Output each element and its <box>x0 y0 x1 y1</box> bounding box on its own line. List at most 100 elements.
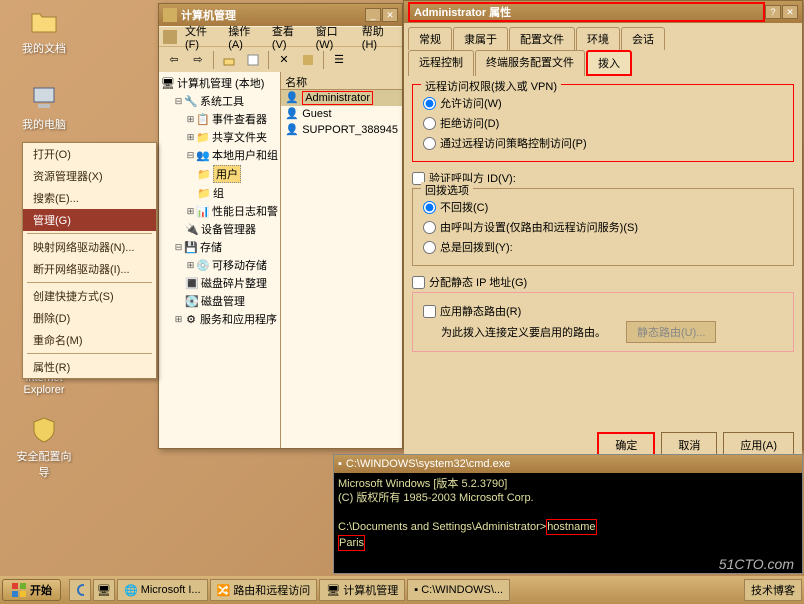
radio-allow-input[interactable] <box>423 97 436 110</box>
desktop-icon-mydocs[interactable]: 我的文档 <box>14 6 74 56</box>
folder-icon <box>28 6 60 38</box>
cmd-icon: ▪ <box>338 458 342 470</box>
radio-callerset-input[interactable] <box>423 221 436 234</box>
mmc-window: 计算机管理 _ ✕ 文件(F) 操作(A) 查看(V) 窗口(W) 帮助(H) … <box>158 3 403 449</box>
tab-dialin[interactable]: 拨入 <box>586 50 632 76</box>
menubar: 文件(F) 操作(A) 查看(V) 窗口(W) 帮助(H) <box>159 26 402 46</box>
close-button[interactable]: ✕ <box>782 5 798 19</box>
quick-desktop[interactable]: 🖥 <box>93 579 115 601</box>
task-blog[interactable]: 技术博客 <box>744 579 802 601</box>
props-button[interactable] <box>242 49 264 71</box>
tree-groups[interactable]: 📁组 <box>161 184 278 202</box>
check-routes-input[interactable] <box>423 305 436 318</box>
task-cmd[interactable]: ▪C:\WINDOWS\... <box>407 579 510 601</box>
tree-system-tools[interactable]: ⊟🔧系统工具 <box>161 92 278 110</box>
menu-search[interactable]: 搜索(E)... <box>23 187 156 209</box>
context-menu: 打开(O) 资源管理器(X) 搜索(E)... 管理(G) 映射网络驱动器(N)… <box>22 142 157 379</box>
separator <box>27 233 152 234</box>
tree-root[interactable]: 🖥计算机管理 (本地) <box>161 74 278 92</box>
delete-button[interactable]: ✕ <box>273 49 295 71</box>
list-item-guest[interactable]: 👤Guest <box>281 106 402 122</box>
forward-button[interactable]: ⇨ <box>187 49 209 71</box>
callback-group: 回拨选项 不回拨(C) 由呼叫方设置(仅路由和远程访问服务)(S) 总是回拨到(… <box>412 188 794 266</box>
desktop-icon-mycomputer[interactable]: 我的电脑 <box>14 82 74 132</box>
radio-nocallback-input[interactable] <box>423 201 436 214</box>
task-rras[interactable]: 🔀路由和远程访问 <box>210 579 318 601</box>
separator <box>27 282 152 283</box>
routes-group: 应用静态路由(R) 为此拨入连接定义要启用的路由。 静态路由(U)... <box>412 292 794 352</box>
properties-dialog: Administrator 属性 ? ✕ 常规 隶属于 配置文件 环境 会话 远… <box>403 0 803 450</box>
tab-general[interactable]: 常规 <box>408 27 452 50</box>
mmc-icon <box>163 8 177 22</box>
check-routes[interactable]: 应用静态路由(R) <box>423 301 785 321</box>
app-icon <box>163 30 177 44</box>
windows-icon <box>11 582 27 598</box>
tree-event-viewer[interactable]: ⊞📋事件查看器 <box>161 110 278 128</box>
menu-properties[interactable]: 属性(R) <box>23 356 156 378</box>
up-button[interactable] <box>218 49 240 71</box>
tabs: 常规 隶属于 配置文件 环境 会话 远程控制 终端服务配置文件 拨入 <box>404 23 802 76</box>
list-item-support[interactable]: 👤SUPPORT_388945 <box>281 122 402 138</box>
menu-shortcut[interactable]: 创建快捷方式(S) <box>23 285 156 307</box>
refresh-button[interactable] <box>297 49 319 71</box>
tree-diskmgmt[interactable]: 💽磁盘管理 <box>161 292 278 310</box>
shield-icon <box>28 414 60 446</box>
menu-rename[interactable]: 重命名(M) <box>23 329 156 351</box>
tab-env[interactable]: 环境 <box>576 27 620 50</box>
check-assignip-input[interactable] <box>412 276 425 289</box>
tree-local-users[interactable]: ⊟👥本地用户和组 <box>161 146 278 164</box>
radio-allow[interactable]: 允许访问(W) <box>423 93 785 113</box>
list-pane[interactable]: 名称 👤Administrator 👤Guest 👤SUPPORT_388945 <box>281 72 402 448</box>
radio-nocallback[interactable]: 不回拨(C) <box>423 197 785 217</box>
menu-explorer[interactable]: 资源管理器(X) <box>23 165 156 187</box>
tree-users[interactable]: 📁用户 <box>161 164 278 184</box>
watermark: 51CTO.com <box>719 556 794 572</box>
tab-member[interactable]: 隶属于 <box>453 27 508 50</box>
back-button[interactable]: ⇦ <box>163 49 185 71</box>
check-assignip[interactable]: 分配静态 IP 地址(G) <box>412 272 794 292</box>
tree-pane[interactable]: 🖥计算机管理 (本地) ⊟🔧系统工具 ⊞📋事件查看器 ⊞📁共享文件夹 ⊟👥本地用… <box>159 72 281 448</box>
tab-profile[interactable]: 配置文件 <box>509 27 575 50</box>
quick-ie[interactable] <box>69 579 91 601</box>
tree-device[interactable]: 🔌设备管理器 <box>161 220 278 238</box>
tree-defrag[interactable]: 🔳磁盘碎片整理 <box>161 274 278 292</box>
list-item-admin[interactable]: 👤Administrator <box>281 90 402 106</box>
tab-remote[interactable]: 远程控制 <box>408 50 474 76</box>
radio-callerset[interactable]: 由呼叫方设置(仅路由和远程访问服务)(S) <box>423 217 785 237</box>
desktop-icon-security[interactable]: 安全配置向导 <box>14 414 74 480</box>
radio-deny-input[interactable] <box>423 117 436 130</box>
task-ie[interactable]: 🌐Microsoft I... <box>117 579 208 601</box>
radio-always[interactable]: 总是回拨到(Y): <box>423 237 785 257</box>
list-header-name[interactable]: 名称 <box>281 72 402 90</box>
tree-perf[interactable]: ⊞📊性能日志和警 <box>161 202 278 220</box>
menu-delete[interactable]: 删除(D) <box>23 307 156 329</box>
prop-body: 远程访问权限(拨入或 VPN) 允许访问(W) 拒绝访问(D) 通过远程访问策略… <box>404 76 802 424</box>
taskbar: 开始 🖥 🌐Microsoft I... 🔀路由和远程访问 🖥计算机管理 ▪C:… <box>0 576 804 604</box>
start-button[interactable]: 开始 <box>2 579 61 601</box>
menu-manage[interactable]: 管理(G) <box>23 209 156 231</box>
computer-icon <box>28 82 60 114</box>
cmd-output[interactable]: Microsoft Windows [版本 5.2.3790] (C) 版权所有… <box>334 473 802 555</box>
menu-help[interactable]: 帮助(H) <box>356 21 398 53</box>
radio-deny[interactable]: 拒绝访问(D) <box>423 113 785 133</box>
menu-open[interactable]: 打开(O) <box>23 143 156 165</box>
help-button[interactable]: ? <box>765 5 781 19</box>
menu-map-drive[interactable]: 映射网络驱动器(N)... <box>23 236 156 258</box>
tree-removable[interactable]: ⊞💿可移动存储 <box>161 256 278 274</box>
cmd-titlebar[interactable]: ▪ C:\WINDOWS\system32\cmd.exe <box>334 455 802 473</box>
static-routes-button[interactable]: 静态路由(U)... <box>626 321 716 343</box>
tab-session[interactable]: 会话 <box>621 27 665 50</box>
tree-storage[interactable]: ⊟💾存储 <box>161 238 278 256</box>
menu-disconnect-drive[interactable]: 断开网络驱动器(I)... <box>23 258 156 280</box>
access-group: 远程访问权限(拨入或 VPN) 允许访问(W) 拒绝访问(D) 通过远程访问策略… <box>412 84 794 162</box>
tree-shared[interactable]: ⊞📁共享文件夹 <box>161 128 278 146</box>
tab-tsprofile[interactable]: 终端服务配置文件 <box>475 50 585 76</box>
titlebar[interactable]: Administrator 属性 ? ✕ <box>404 1 802 23</box>
radio-always-input[interactable] <box>423 241 436 254</box>
task-mmc[interactable]: 🖥计算机管理 <box>319 579 405 601</box>
radio-policy[interactable]: 通过远程访问策略控制访问(P) <box>423 133 785 153</box>
list-button[interactable]: ☰ <box>328 49 350 71</box>
tree-services[interactable]: ⊞⚙服务和应用程序 <box>161 310 278 328</box>
separator <box>27 353 152 354</box>
radio-policy-input[interactable] <box>423 137 436 150</box>
